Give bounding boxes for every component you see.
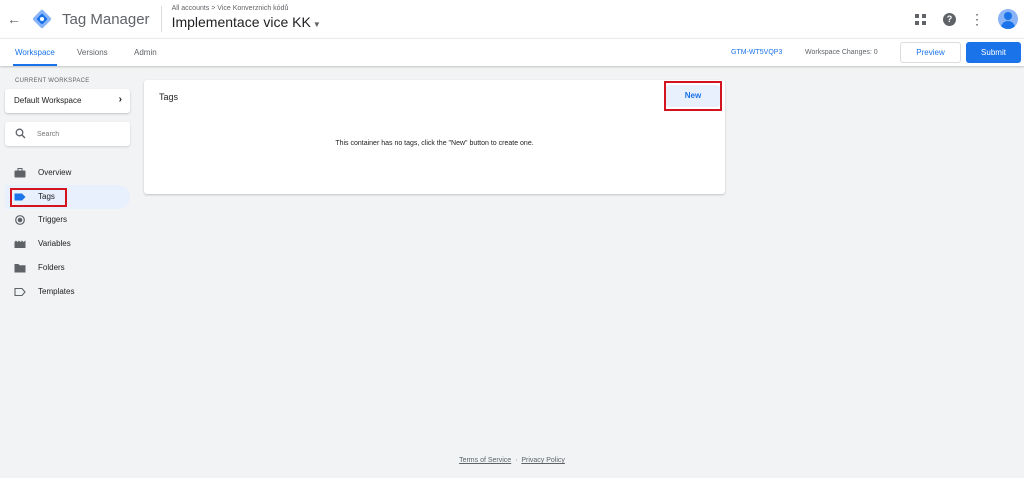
sidebar-item-label: Triggers	[38, 215, 68, 224]
sidebar-item-overview[interactable]: Overview	[5, 161, 130, 185]
container-name-label: Implementace vice KK	[171, 14, 311, 30]
new-button-highlight-box	[664, 81, 722, 111]
container-id[interactable]: GTM-WT5VQP3	[731, 39, 782, 66]
privacy-link[interactable]: Privacy Policy	[521, 457, 565, 464]
sidebar-item-triggers[interactable]: Triggers	[5, 208, 130, 232]
tab-workspace[interactable]: Workspace	[13, 39, 57, 66]
sidebar-item-templates[interactable]: Templates	[5, 280, 130, 304]
back-arrow-icon[interactable]: ←	[5, 11, 23, 27]
sidebar-item-folders[interactable]: Folders	[5, 256, 130, 280]
footer-separator: ·	[515, 457, 518, 464]
workspace-nav-bar: Workspace Versions Admin GTM-WT5VQP3 Wor…	[0, 38, 1024, 66]
chevron-right-icon: ›	[118, 94, 122, 105]
sidebar-item-label: Overview	[38, 168, 72, 177]
tags-highlight-box	[10, 188, 67, 207]
variables-icon	[14, 240, 26, 248]
sidebar-item-variables[interactable]: Variables	[5, 232, 130, 256]
tags-card: Tags New This container has no tags, cli…	[144, 80, 725, 194]
template-icon	[14, 287, 26, 297]
workspace-name: Default Workspace	[14, 96, 82, 105]
tab-versions[interactable]: Versions	[77, 39, 108, 66]
workspace-selector[interactable]: Default Workspace ›	[5, 89, 130, 113]
search-icon	[15, 128, 26, 139]
briefcase-icon	[14, 168, 26, 178]
folder-icon	[14, 264, 26, 273]
tab-admin[interactable]: Admin	[134, 39, 157, 66]
more-vert-icon[interactable]: ⋮	[970, 12, 984, 26]
search-input[interactable]	[37, 126, 125, 142]
app-header: ← Tag Manager All accounts > Vice Konver…	[0, 0, 1024, 38]
sidebar-item-label: Folders	[38, 263, 65, 272]
breadcrumb[interactable]: All accounts > Vice Konverznich kódů	[172, 4, 321, 13]
terms-link[interactable]: Terms of Service	[459, 457, 511, 464]
sidebar-search[interactable]	[5, 122, 130, 146]
help-icon[interactable]: ?	[943, 12, 956, 26]
preview-button[interactable]: Preview	[900, 42, 961, 63]
trigger-icon	[15, 215, 25, 225]
header-divider	[160, 6, 162, 32]
account-avatar-icon[interactable]	[998, 9, 1018, 29]
container-selector[interactable]: All accounts > Vice Konverznich kódů Imp…	[172, 4, 321, 34]
gtm-logo-icon[interactable]	[32, 9, 52, 29]
submit-button[interactable]: Submit	[966, 42, 1021, 63]
app-title: Tag Manager	[62, 10, 150, 28]
empty-state-message: This container has no tags, click the "N…	[335, 140, 534, 147]
sidebar-item-label: Variables	[38, 239, 71, 248]
caret-down-icon: ▼	[312, 20, 321, 29]
apps-grid-icon[interactable]	[915, 13, 926, 25]
sidebar-item-label: Templates	[38, 287, 75, 296]
card-title: Tags	[159, 92, 179, 102]
workspace-changes: Workspace Changes: 0	[805, 49, 878, 56]
current-workspace-label: CURRENT WORKSPACE	[15, 78, 90, 84]
container-name[interactable]: Implementace vice KK ▼	[172, 13, 321, 34]
footer: Terms of Service · Privacy Policy	[0, 457, 1024, 464]
